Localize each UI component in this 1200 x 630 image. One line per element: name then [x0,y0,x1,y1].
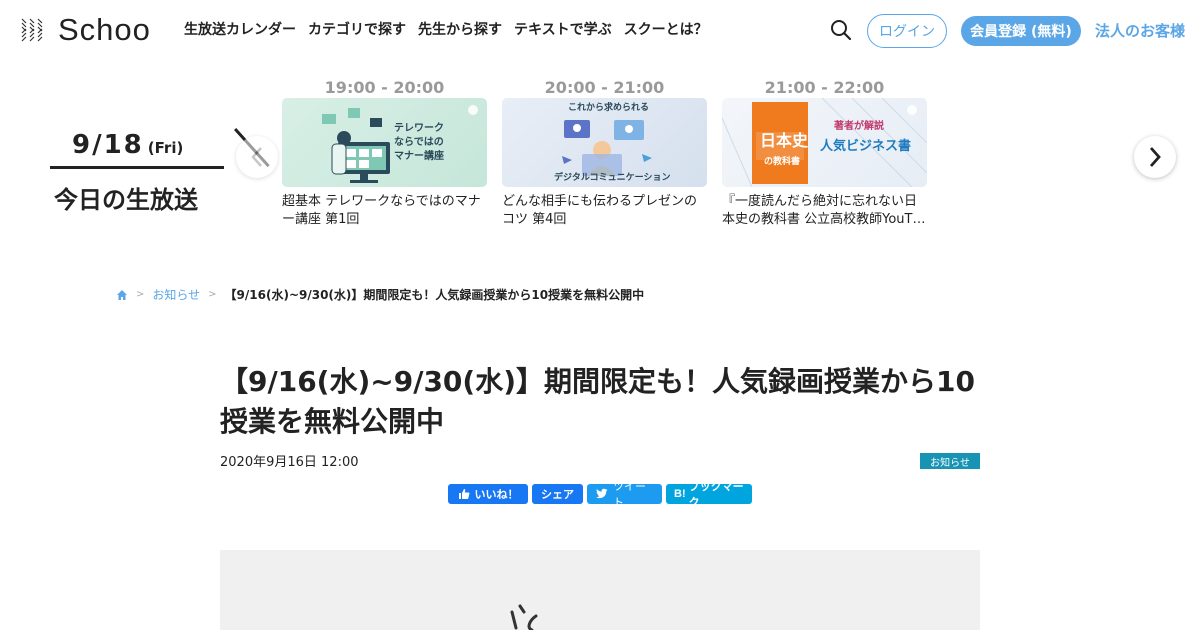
like-label: いいね！ [474,488,519,501]
today-date: 9/18 (Fri) [72,130,183,160]
logo-text: Schoo [58,12,151,47]
main-nav: 生放送カレンダー カテゴリで探す 先生から探す テキストで学ぶ スクーとは？ [184,20,720,40]
breadcrumb: > お知らせ > 【9/16(水)~9/30(水)】期間限定も！人気録画授業から… [116,286,644,303]
share-buttons: いいね！ シェア ツイート B! ブックマーク [448,480,756,509]
thumb-text-2: デジタルコミュニケーション [554,173,671,183]
chevron-right-icon: > [136,289,145,300]
site-header: Schoo 生放送カレンダー カテゴリで探す 先生から探す テキストで学ぶ スク… [0,0,1200,62]
hatena-bookmark-button[interactable]: B! ブックマーク [666,480,752,509]
card-thumbnail[interactable]: テレワーク ならではの マナー講座 [282,98,487,187]
schoo-logo-icon [21,18,43,42]
card-title[interactable]: どんな相手にも伝わるプレゼンのコツ 第4回 [502,193,707,229]
thumb-text-2: の教科書 [764,157,801,167]
chevron-left-icon [251,147,262,167]
thumb-text-1: これから求められる [568,103,650,113]
thumb-text-3: マナー講座 [394,151,444,162]
card-title[interactable]: 超基本 テレワークならではのマナー講座 第1回 [282,193,487,229]
card-time: 20:00 - 21:00 [544,78,665,97]
live-card[interactable]: 20:00 - 21:00 これから求められる デジタルコミュニケーション どん… [502,78,707,229]
search-icon[interactable] [830,19,852,41]
today-live-label: 今日の生放送 [54,186,198,214]
home-icon[interactable] [116,289,128,301]
carousel-next-button[interactable] [1134,136,1176,178]
thumb-text-1: 日本史 [760,131,809,150]
corporate-link[interactable]: 法人のお客様 [1095,20,1185,42]
live-card[interactable]: 19:00 - 20:00 テレワーク ならではの マナー講座 超基本 テレワー… [282,78,487,229]
facebook-like-button[interactable]: いいね！ [448,484,528,504]
schoo-logo[interactable]: Schoo [20,14,151,46]
live-schedule: 9/18 (Fri) 今日の生放送 19:00 - 20:00 テレワーク なら… [0,70,1200,240]
category-badge[interactable]: お知らせ [920,453,980,469]
article-date: 2020年9月16日 12:00 [220,455,359,470]
date-value: 9/18 [72,130,144,160]
thumbs-up-icon [458,489,469,499]
facebook-share-button[interactable]: シェア [532,484,583,504]
hero-illustration-icon [510,604,538,630]
live-card[interactable]: 21:00 - 22:00 日本史 の教科書 著者が解説 人気ビジネス書 『一度… [722,78,927,229]
date-underline [50,166,224,169]
thumb-text-3: 著者が解説 [834,121,884,132]
nav-about[interactable]: スクーとは？ [624,20,708,40]
hatena-b-icon: B! [674,488,686,500]
chevron-right-icon [1149,147,1161,167]
hatena-label: ブックマーク [688,480,744,509]
thumb-text-2: ならではの [394,137,444,148]
chevron-right-icon: > [208,289,217,300]
card-time: 19:00 - 20:00 [324,78,445,97]
card-title[interactable]: 『一度読んだら絶対に忘れない日本史の教科書 公立高校教師YouT… [722,193,927,229]
nav-text[interactable]: テキストで学ぶ [514,20,612,40]
telework-illustration-icon [322,105,478,183]
nav-category[interactable]: カテゴリで探す [308,20,406,40]
login-button[interactable]: ログイン [867,14,947,48]
card-thumbnail[interactable]: これから求められる デジタルコミュニケーション [502,98,707,187]
twitter-bird-icon [596,488,608,499]
article-title: 【9/16(水)~9/30(水)】期間限定も！人気録画授業から10授業を無料公開… [220,365,975,438]
signup-button[interactable]: 会員登録 (無料) [961,16,1081,46]
thumb-text-1: テレワーク [394,123,444,134]
carousel-prev-button[interactable] [236,136,278,178]
card-time: 21:00 - 22:00 [764,78,885,97]
nav-live-calendar[interactable]: 生放送カレンダー [184,20,296,40]
tweet-button[interactable]: ツイート [587,480,662,509]
thumb-text-4: 人気ビジネス書 [820,139,912,154]
day-of-week: (Fri) [147,139,184,157]
card-thumbnail[interactable]: 日本史 の教科書 著者が解説 人気ビジネス書 [722,98,927,187]
nav-teachers[interactable]: 先生から探す [418,20,502,40]
breadcrumb-section-link[interactable]: お知らせ [152,286,200,303]
breadcrumb-current: 【9/16(水)~9/30(水)】期間限定も！人気録画授業から10授業を無料公開… [224,288,645,302]
article-hero-image [220,550,980,630]
tweet-label: ツイート [613,480,647,509]
